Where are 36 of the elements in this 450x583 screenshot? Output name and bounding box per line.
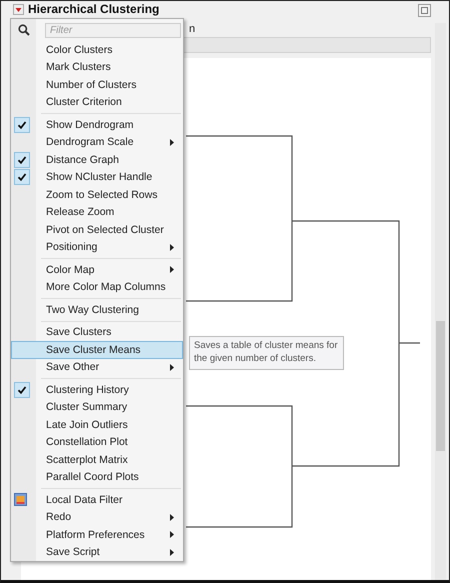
- disclosure-icon[interactable]: [13, 4, 24, 15]
- tooltip: Saves a table of cluster means for the given number of clusters.: [189, 336, 344, 370]
- menu-item[interactable]: Cluster Summary: [11, 398, 183, 416]
- menu-item[interactable]: Save Cluster Means: [11, 341, 183, 358]
- menu-item[interactable]: Zoom to Selected Rows: [11, 186, 183, 204]
- menu-item[interactable]: Clustering History: [11, 381, 183, 398]
- menu-item[interactable]: Color Clusters: [11, 41, 183, 58]
- menu-item[interactable]: Platform Preferences: [11, 526, 183, 544]
- search-icon: [18, 24, 30, 36]
- menu-item[interactable]: Parallel Coord Plots: [11, 468, 183, 486]
- menu-item[interactable]: Show NCluster Handle: [11, 168, 183, 186]
- menu-item[interactable]: Cluster Criterion: [11, 94, 183, 111]
- window-title: Hierarchical Clustering: [28, 2, 160, 16]
- menu-item[interactable]: Redo: [11, 508, 183, 526]
- menu-item[interactable]: Two Way Clustering: [11, 301, 183, 318]
- scrollbar[interactable]: [435, 23, 446, 580]
- menu-item[interactable]: Local Data Filter: [11, 491, 183, 508]
- menu-item[interactable]: Color Map: [11, 261, 183, 278]
- panel-icon[interactable]: [418, 4, 431, 17]
- menu-item[interactable]: Release Zoom: [11, 204, 183, 221]
- menu-item[interactable]: Distance Graph: [11, 151, 183, 168]
- menu-item[interactable]: Pivot on Selected Cluster: [11, 221, 183, 238]
- menu-item[interactable]: Positioning: [11, 238, 183, 256]
- menu-item[interactable]: Constellation Plot: [11, 434, 183, 451]
- menu-item[interactable]: Save Clusters: [11, 324, 183, 341]
- menu-item[interactable]: Scatterplot Matrix: [11, 451, 183, 468]
- menu-item[interactable]: More Color Map Columns: [11, 278, 183, 296]
- menu-item[interactable]: Show Dendrogram: [11, 116, 183, 134]
- menu-item[interactable]: Save Other: [11, 358, 183, 376]
- menu-item[interactable]: Number of Clusters: [11, 76, 183, 94]
- filter-field[interactable]: Filter: [45, 22, 181, 38]
- menu-item[interactable]: Mark Clusters: [11, 58, 183, 76]
- menu-item[interactable]: Late Join Outliers: [11, 416, 183, 434]
- menu-item[interactable]: Dendrogram Scale: [11, 134, 183, 151]
- report-text: n: [189, 23, 196, 35]
- menu-item[interactable]: Save Script: [11, 544, 183, 561]
